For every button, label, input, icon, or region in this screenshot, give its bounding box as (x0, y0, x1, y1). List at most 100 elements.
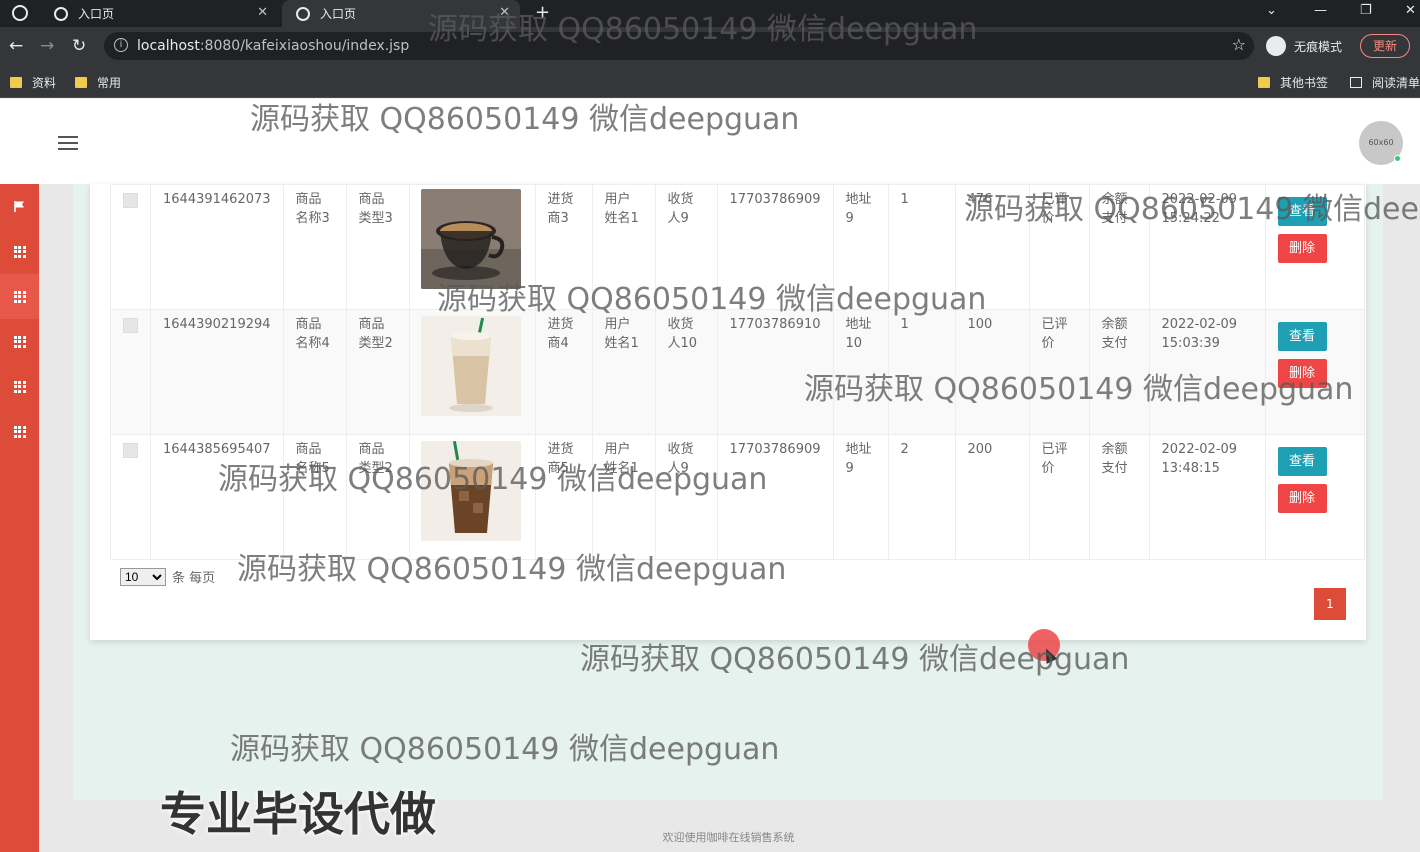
bookmark-star-icon[interactable]: ☆ (1232, 35, 1246, 54)
other-bookmarks[interactable]: 其他书签 (1258, 74, 1328, 91)
review-status: 已评 价 (1028, 184, 1090, 310)
row-checkbox[interactable] (123, 193, 138, 208)
supplier: 进货 商5 (534, 434, 593, 560)
grid-icon (13, 380, 26, 393)
quantity: 1 (887, 184, 956, 310)
view-button[interactable]: 查看 (1277, 197, 1327, 226)
page-size-control: 10 条 每页 (120, 567, 215, 586)
footer-text: 欢迎使用咖啡在线销售系统 (662, 831, 795, 844)
reading-list[interactable]: 阅读清单 (1350, 74, 1420, 91)
tab-title: 入口页 (78, 7, 115, 21)
row-checkbox[interactable] (123, 318, 138, 333)
order-time: 2022-02-09 13:48:15 (1148, 434, 1266, 560)
incognito-icon (1266, 36, 1286, 56)
sidebar-item-menu-3[interactable] (0, 319, 39, 364)
url-text[interactable]: localhost:8080/kafeixiaoshou/index.jsp (137, 38, 409, 54)
bookmark-folder[interactable]: 常用 (75, 74, 121, 91)
sidebar-item-menu-2[interactable] (0, 274, 39, 319)
top-navbar: 60x60 (0, 99, 1420, 184)
phone: 17703786909 (716, 184, 834, 310)
incognito-indicator[interactable]: 无痕模式 (1266, 36, 1342, 56)
receiver: 收货 人9 (654, 184, 718, 310)
update-button[interactable]: 更新 (1360, 34, 1411, 58)
info-icon[interactable]: i (114, 38, 128, 52)
user-name: 用户 姓名1 (591, 184, 656, 310)
close-icon[interactable]: ✕ (499, 5, 510, 20)
delete-button[interactable]: 删除 (1277, 234, 1327, 263)
page-size-select[interactable]: 10 (120, 567, 166, 586)
restore-icon[interactable]: ❐ (1360, 3, 1372, 18)
phone: 17703786910 (716, 309, 834, 435)
grid-icon (13, 290, 26, 303)
browser-tab[interactable]: 入口页 ✕ (40, 0, 278, 27)
globe-icon (54, 6, 68, 21)
orders-table: 1644391462073 商品 名称3 商品 类型3 进货 商3 用户 姓名1… (110, 184, 1365, 560)
minimize-icon[interactable]: — (1314, 3, 1327, 18)
phone: 17703786909 (716, 434, 834, 560)
user-name: 用户 姓名1 (591, 434, 656, 560)
pagination-current-page[interactable]: 1 (1314, 588, 1346, 620)
product-type: 商品 类型2 (345, 434, 410, 560)
browser-toolbar: ← → ↻ i localhost:8080/kafeixiaoshou/ind… (0, 27, 1420, 65)
delete-button[interactable]: 删除 (1277, 359, 1327, 388)
table-row[interactable]: 1644391462073 商品 名称3 商品 类型3 进货 商3 用户 姓名1… (110, 184, 1365, 310)
tab-title: 入口页 (320, 7, 357, 21)
receiver: 收货 人10 (654, 309, 718, 435)
view-button[interactable]: 查看 (1277, 447, 1327, 476)
bookmarks-bar: 资料 常用 其他书签 阅读清单 (0, 65, 1420, 98)
order-time: 2022-02-09 15:03:39 (1148, 309, 1266, 435)
incognito-label: 无痕模式 (1294, 39, 1343, 54)
flag-icon (14, 201, 24, 212)
back-icon[interactable]: ← (9, 36, 23, 56)
app-root: 60x60 1644391462073 商品 名称3 商品 类型3 进货 商3 … (0, 99, 1420, 852)
receiver: 收货 人9 (654, 434, 718, 560)
sidebar-item-menu-1[interactable] (0, 229, 39, 274)
review-status: 已评 价 (1028, 309, 1090, 435)
close-window-icon[interactable]: ✕ (1405, 3, 1416, 18)
supplier: 进货 商3 (534, 184, 593, 310)
orders-card: 1644391462073 商品 名称3 商品 类型3 进货 商3 用户 姓名1… (90, 184, 1366, 640)
address: 地址 9 (832, 184, 889, 310)
online-status-dot (1394, 155, 1401, 162)
review-status: 已评 价 (1028, 434, 1090, 560)
sidebar-item-home[interactable] (0, 184, 39, 229)
order-number: 1644390219294 (150, 309, 284, 435)
pay-method: 余额 支付 (1088, 434, 1150, 560)
product-name: 商品 名称4 (282, 309, 347, 435)
product-image (420, 189, 521, 289)
folder-icon (1258, 77, 1270, 88)
view-button[interactable]: 查看 (1277, 322, 1327, 351)
address: 地址 10 (832, 309, 889, 435)
pay-method: 余额 支付 (1088, 184, 1150, 310)
order-number: 1644385695407 (150, 434, 284, 560)
new-tab-icon[interactable]: + (535, 2, 550, 23)
amount: 100 (954, 309, 1030, 435)
product-name: 商品 名称5 (282, 434, 347, 560)
reload-icon[interactable]: ↻ (72, 36, 86, 56)
bookmark-folder[interactable]: 资料 (10, 74, 56, 91)
globe-icon (12, 5, 28, 21)
menu-toggle-icon[interactable] (58, 136, 78, 154)
avatar[interactable]: 60x60 (1359, 121, 1403, 165)
supplier: 进货 商4 (534, 309, 593, 435)
chevron-down-icon[interactable]: ⌄ (1266, 3, 1277, 18)
sidebar-item-menu-4[interactable] (0, 364, 39, 409)
close-icon[interactable]: ✕ (257, 5, 268, 20)
sidebar-item-menu-5[interactable] (0, 409, 39, 454)
user-name: 用户 姓名1 (591, 309, 656, 435)
browser-tab-active[interactable]: 入口页 ✕ (282, 0, 520, 27)
avatar-placeholder-text: 60x60 (1368, 138, 1394, 147)
table-row[interactable]: 1644390219294 商品 名称4 商品 类型2 进货 商4 用户 姓名1… (110, 309, 1365, 435)
table-row[interactable]: 1644385695407 商品 名称5 商品 类型2 进货 商5 用户 姓名1… (110, 434, 1365, 560)
forward-icon[interactable]: → (40, 36, 54, 56)
amount: 200 (954, 434, 1030, 560)
order-time: 2022-02-09 15:24:22 (1148, 184, 1266, 310)
quantity: 1 (887, 309, 956, 435)
browser-tab-strip: 入口页 ✕ 入口页 ✕ + ⌄ — ❐ ✕ (0, 0, 1420, 27)
product-type: 商品 类型3 (345, 184, 410, 310)
product-name: 商品 名称3 (282, 184, 347, 310)
product-image (420, 316, 521, 416)
address-bar[interactable]: i localhost:8080/kafeixiaoshou/index.jsp… (104, 32, 1254, 60)
row-checkbox[interactable] (123, 443, 138, 458)
delete-button[interactable]: 删除 (1277, 484, 1327, 513)
